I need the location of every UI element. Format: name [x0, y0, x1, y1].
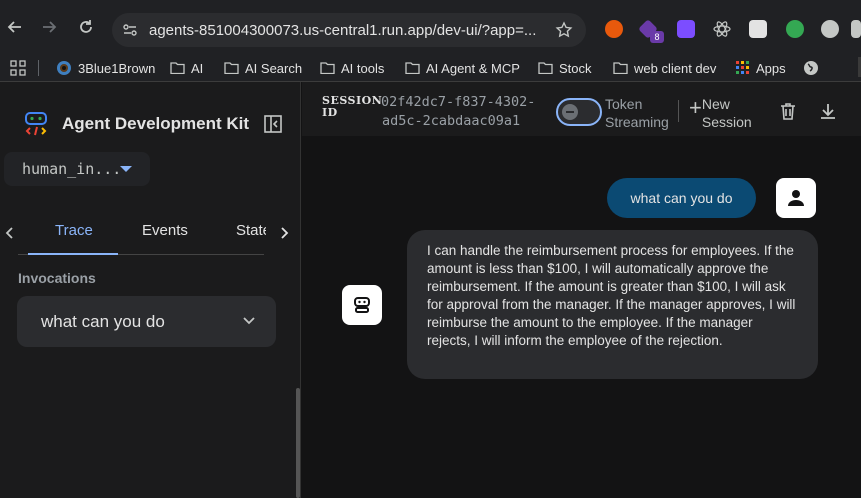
bookmark-label: AI Search — [245, 60, 303, 76]
bot-message: I can handle the reimbursement process f… — [407, 230, 818, 379]
adk-logo-icon — [25, 112, 47, 136]
invocations-heading: Invocations — [18, 270, 96, 286]
bot-message-text: I can handle the reimbursement process f… — [427, 243, 796, 348]
apps-grid-icon[interactable] — [10, 60, 26, 76]
extension-shield-icon[interactable] — [677, 20, 695, 38]
bookmark-folder-web-client-dev[interactable]: web client dev — [613, 59, 716, 77]
header-separator — [678, 100, 679, 122]
bookmark-folder-ai-tools[interactable]: AI tools — [320, 59, 384, 77]
adk-dev-ui: Agent Development Kit human_in... Trace … — [0, 82, 861, 498]
user-avatar — [776, 178, 816, 218]
folder-icon — [538, 62, 553, 74]
new-session-label-line: New — [701, 96, 730, 112]
app-selector-value: human_in... — [22, 160, 122, 178]
bookmarks-bar: 3Blue1Brown AI AI Search AI tools AI Age… — [0, 52, 861, 82]
session-label-line: ID — [322, 106, 338, 119]
token-streaming-toggle[interactable] — [556, 98, 602, 126]
sidebar-scrollbar[interactable] — [296, 388, 300, 498]
invocation-item[interactable]: what can you do — [17, 296, 276, 347]
collapse-sidebar-icon[interactable] — [263, 114, 283, 134]
caret-down-icon — [120, 166, 132, 172]
3b1b-icon — [57, 61, 71, 75]
toggle-label-line: Streaming — [605, 114, 669, 130]
folder-icon — [224, 62, 239, 74]
bookmark-label: 3Blue1Brown — [78, 60, 156, 76]
bookmark-label: AI Agent & MCP — [426, 60, 520, 76]
bookmark-label: AI — [191, 60, 204, 76]
folder-icon — [320, 62, 335, 74]
chevron-right-icon[interactable] — [276, 225, 292, 241]
folder-icon — [405, 62, 420, 74]
session-id-line: ad5c-2cabdaac09a1 — [382, 113, 521, 129]
tab-state[interactable]: State — [236, 222, 266, 239]
bookmark-label: AI tools — [341, 60, 385, 76]
chevron-down-icon[interactable] — [242, 314, 256, 328]
invocation-item-label: what can you do — [41, 312, 165, 331]
app-title: Agent Development Kit — [62, 114, 250, 133]
bookmark-label: Stock — [559, 60, 592, 76]
delete-icon[interactable] — [778, 101, 798, 121]
react-devtools-icon[interactable] — [713, 20, 731, 38]
bookmark-folder-ai-agent-mcp[interactable]: AI Agent & MCP — [405, 59, 520, 77]
extension-gray-icon[interactable] — [821, 20, 839, 38]
person-icon — [788, 190, 804, 206]
extension-orange-icon[interactable] — [605, 20, 623, 38]
download-icon[interactable] — [818, 101, 838, 121]
bookmark-star-icon[interactable] — [555, 21, 573, 39]
toggle-label-line: Token — [605, 96, 643, 112]
folder-icon — [170, 62, 185, 74]
bookmark-3blue1brown[interactable]: 3Blue1Brown — [56, 59, 155, 77]
bookmark-folder-ai-search[interactable]: AI Search — [224, 59, 302, 77]
browser-toolbar: agents-851004300073.us-central1.run.app/… — [0, 0, 861, 52]
extension-clipped-icon[interactable] — [851, 20, 861, 38]
new-session-label: New Session — [702, 95, 752, 131]
bookmark-apps[interactable]: Apps — [736, 59, 786, 77]
plus-icon: + — [689, 95, 702, 120]
site-settings-icon[interactable] — [122, 22, 138, 38]
sidebar: Agent Development Kit human_in... Trace … — [0, 82, 301, 498]
session-id-line: 02f42dc7-f837-4302- — [381, 94, 536, 110]
reload-icon[interactable] — [77, 18, 95, 36]
back-icon[interactable] — [6, 18, 24, 36]
bookmark-folder-stock[interactable]: Stock — [538, 59, 592, 77]
toggle-knob — [562, 104, 578, 120]
chevron-left-icon[interactable] — [2, 225, 18, 241]
active-tab-indicator — [28, 253, 118, 255]
bot-avatar — [342, 285, 382, 325]
session-header: SESSION ID 02f42dc7-f837-4302- ad5c-2cab… — [302, 82, 861, 136]
user-message: what can you do — [607, 178, 756, 218]
extension-green-icon[interactable] — [786, 20, 804, 38]
apps-grid-icon — [736, 61, 749, 74]
globe-icon[interactable] — [803, 60, 819, 76]
session-id-label: SESSION ID — [322, 95, 382, 119]
extension-badge: 8 — [650, 31, 664, 43]
extension-square-icon[interactable] — [749, 20, 767, 38]
bookmark-label: Apps — [756, 60, 786, 76]
bookmarks-separator — [38, 60, 39, 76]
bookmark-label: web client dev — [634, 60, 717, 76]
bookmark-folder-ai[interactable]: AI — [170, 59, 203, 77]
new-session-button[interactable]: + New Session — [689, 95, 752, 131]
app-selector[interactable]: human_in... — [4, 152, 150, 186]
new-session-label-line: Session — [701, 114, 752, 130]
url-text[interactable]: agents-851004300073.us-central1.run.app/… — [149, 22, 536, 39]
sidebar-tabs: Trace Events State — [0, 217, 301, 257]
session-id-value: 02f42dc7-f837-4302- ad5c-2cabdaac09a1 — [381, 93, 535, 131]
robot-icon — [354, 297, 370, 313]
token-streaming-label: Token Streaming — [605, 95, 669, 131]
tab-trace[interactable]: Trace — [55, 222, 93, 239]
forward-icon[interactable] — [40, 18, 58, 36]
tab-events[interactable]: Events — [142, 222, 188, 239]
folder-icon — [613, 62, 628, 74]
address-bar[interactable]: agents-851004300073.us-central1.run.app/… — [112, 13, 586, 47]
